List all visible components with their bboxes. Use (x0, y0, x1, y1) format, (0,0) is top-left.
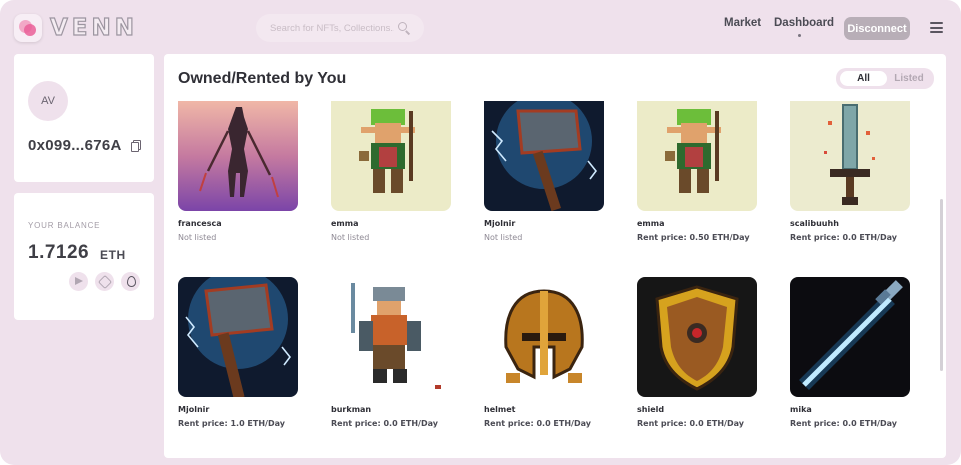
app-window: VENN Market Dashboard Disconnect AV 0x09… (0, 0, 961, 465)
wallet-address: 0x099...676A (28, 137, 122, 154)
nft-image-helmet[interactable] (484, 277, 604, 397)
balance-value: 1.7126 (28, 242, 90, 263)
nft-name: burkman (331, 405, 372, 414)
nft-card[interactable]: francesca Not listed (178, 101, 300, 242)
nft-name: francesca (178, 219, 222, 228)
nft-card[interactable]: scalibuuhh Rent price: 0.0 ETH/Day (790, 101, 912, 242)
nft-image-sword[interactable] (790, 101, 910, 211)
nft-status: Not listed (484, 233, 523, 242)
balance-unit: ETH (100, 248, 126, 262)
nft-status: Rent price: 0.50 ETH/Day (637, 233, 750, 242)
nft-status: Not listed (331, 233, 370, 242)
nft-status: Rent price: 0.0 ETH/Day (484, 419, 591, 428)
profile-card: AV 0x099...676A (14, 54, 154, 182)
filter-all-button[interactable]: All (840, 71, 887, 86)
nft-card[interactable]: shield Rent price: 0.0 ETH/Day (637, 277, 759, 428)
scrollbar-thumb[interactable] (940, 199, 943, 371)
nft-status: Rent price: 0.0 ETH/Day (790, 233, 897, 242)
nft-status: Rent price: 0.0 ETH/Day (790, 419, 897, 428)
nft-name: shield (637, 405, 665, 414)
nft-card[interactable]: Mjolnir Not listed (484, 101, 606, 242)
nft-image-shield[interactable] (637, 277, 757, 397)
nft-name: emma (331, 219, 359, 228)
disconnect-button[interactable]: Disconnect (844, 17, 910, 40)
send-icon[interactable] (69, 272, 88, 291)
nft-status: Rent price: 1.0 ETH/Day (178, 419, 285, 428)
filter-toggle: All Listed (836, 68, 934, 89)
nft-image-hammer[interactable] (178, 277, 298, 397)
nav-dashboard-link[interactable]: Dashboard (774, 17, 834, 29)
nft-card[interactable]: Mjolnir Rent price: 1.0 ETH/Day (178, 277, 300, 428)
filter-listed-button[interactable]: Listed (888, 71, 930, 86)
swap-icon[interactable] (95, 272, 114, 291)
avatar: AV (28, 81, 68, 121)
nft-card[interactable]: mika Rent price: 0.0 ETH/Day (790, 277, 912, 428)
venn-logo-icon (14, 14, 42, 42)
logo[interactable]: VENN (14, 14, 138, 42)
search-input[interactable] (270, 22, 394, 34)
owned-panel: Owned/Rented by You All Listed francesca… (164, 54, 946, 458)
nft-image-dwarf[interactable] (331, 277, 451, 397)
balance-label: YOUR BALANCE (28, 221, 101, 230)
active-nav-indicator (798, 34, 801, 37)
nft-image-lightsaber[interactable] (790, 277, 910, 397)
nft-name: helmet (484, 405, 516, 414)
nft-name: scalibuuhh (790, 219, 839, 228)
droplet-icon[interactable] (121, 272, 140, 291)
nft-card[interactable]: burkman Rent price: 0.0 ETH/Day (331, 277, 453, 428)
nft-card[interactable]: emma Not listed (331, 101, 453, 242)
nft-image-elf[interactable] (331, 101, 451, 211)
balance-card: YOUR BALANCE 1.7126 ETH (14, 193, 154, 320)
nft-status: Rent price: 0.0 ETH/Day (331, 419, 438, 428)
search-bar[interactable] (256, 14, 424, 42)
nft-status: Not listed (178, 233, 217, 242)
nft-name: emma (637, 219, 665, 228)
nft-image-warrior[interactable] (178, 101, 298, 211)
nft-image-elf[interactable] (637, 101, 757, 211)
logo-text: VENN (49, 14, 139, 41)
nft-image-hammer[interactable] (484, 101, 604, 211)
nft-name: mika (790, 405, 812, 414)
search-icon[interactable] (398, 22, 410, 34)
nft-name: Mjolnir (178, 405, 210, 414)
nft-name: Mjolnir (484, 219, 516, 228)
page-title: Owned/Rented by You (178, 70, 347, 87)
nft-status: Rent price: 0.0 ETH/Day (637, 419, 744, 428)
nft-card[interactable]: emma Rent price: 0.50 ETH/Day (637, 101, 759, 242)
copy-icon[interactable] (131, 140, 141, 152)
nft-card[interactable]: helmet Rent price: 0.0 ETH/Day (484, 277, 606, 428)
hamburger-menu-icon[interactable] (930, 22, 943, 33)
nav-market-link[interactable]: Market (724, 17, 761, 29)
